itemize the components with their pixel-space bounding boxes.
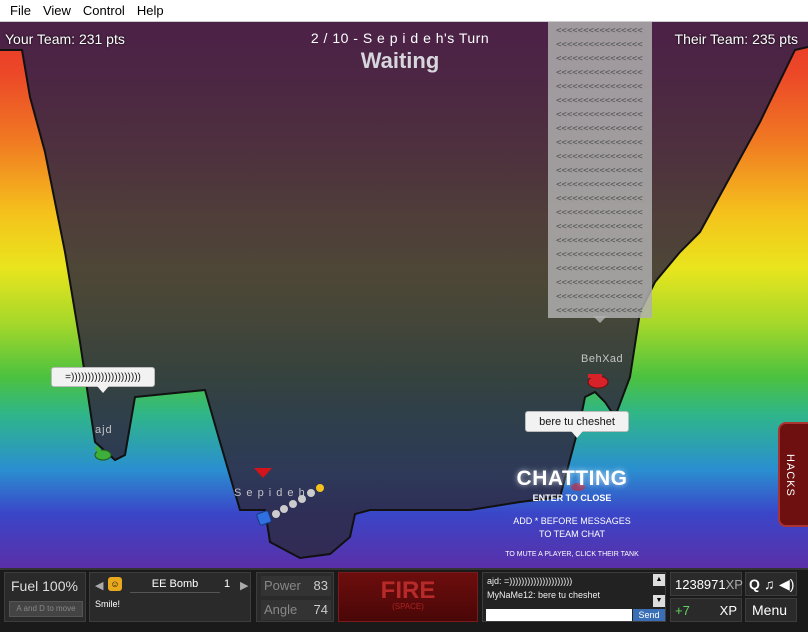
chatting-team-hint-1: ADD * BEFORE MESSAGES — [513, 516, 631, 526]
chatting-team-hint: ADD * BEFORE MESSAGES TO TEAM CHAT — [490, 515, 654, 541]
fire-button[interactable]: FIRE (SPACE) — [338, 572, 478, 622]
chatting-mute-hint: TO MUTE A PLAYER, CLICK THEIR TANK — [505, 551, 639, 558]
menu-control[interactable]: Control — [77, 0, 131, 22]
fuel-panel: Fuel 100% A and D to move — [4, 572, 86, 622]
xp-value: 1238971XP — [675, 577, 743, 592]
menu-bar: File View Control Help — [0, 0, 808, 22]
hacks-label: HACKS — [784, 454, 796, 497]
emote-label[interactable]: Smile! — [95, 599, 120, 609]
game-area[interactable]: Your Team: 231 pts Their Team: 235 pts 2… — [0, 22, 808, 568]
chatting-team-hint-2: TO TEAM CHAT — [538, 529, 605, 539]
fire-key-hint: (SPACE) — [392, 602, 424, 611]
angle-value: 74 — [313, 602, 328, 617]
turn-indicator: 2 / 10 - S e p i d e h's Turn — [310, 30, 490, 46]
xp-gain-value: +7 — [675, 603, 690, 618]
weapon-panel: ◀ ☺ EE Bomb 1 ▶ Smile! — [89, 572, 251, 622]
power-control[interactable]: Power 83 — [261, 576, 331, 596]
status-text: Waiting — [360, 48, 440, 73]
power-angle-panel: Power 83 Angle 74 — [256, 572, 334, 622]
sky-shadow — [0, 22, 808, 558]
chatting-overlay: CHATTING ENTER TO CLOSE ADD * BEFORE MES… — [490, 467, 654, 558]
xp-panel: 1238971XP — [670, 572, 743, 596]
chat-scroll-down-icon[interactable]: ▼ — [653, 595, 665, 607]
power-value: 83 — [313, 578, 328, 593]
menu-help[interactable]: Help — [131, 0, 170, 22]
chat-line: ajd: =))))))))))))))))))))) — [487, 576, 573, 586]
chat-input[interactable] — [486, 609, 632, 621]
menu-button[interactable]: Menu — [745, 598, 797, 622]
xp-number: 1238971 — [675, 577, 726, 592]
sound-icon[interactable]: ◀) — [779, 576, 794, 593]
hacks-tab[interactable]: HACKS — [778, 422, 808, 527]
menu-file[interactable]: File — [4, 0, 37, 22]
menu-label: Menu — [752, 602, 788, 618]
xp-unit: XP — [725, 577, 743, 592]
control-bar: Fuel 100% A and D to move ◀ ☺ EE Bomb 1 … — [0, 568, 808, 632]
menu-view[interactable]: View — [37, 0, 77, 22]
xp-gain-panel: +7 XP — [670, 598, 742, 622]
music-icon[interactable]: ♫ — [764, 576, 775, 592]
chat-line: MyNaMe12: bere tu cheshet — [487, 590, 601, 600]
chat-bubble-ajd: =))))))))))))))))))))) — [51, 367, 155, 393]
fuel-bar: A and D to move — [9, 601, 83, 617]
player-name-behxad: BehXad — [581, 353, 624, 365]
settings-icons: Q ♫ ◀) — [745, 572, 797, 596]
weapon-name: EE Bomb — [130, 578, 220, 593]
weapon-count: 1 — [224, 578, 231, 590]
chat-box: ajd: =))))))))))))))))))))) MyNaMe12: be… — [482, 572, 666, 622]
weapon-prev-icon[interactable]: ◀ — [95, 579, 103, 592]
chat-scroll-up-icon[interactable]: ▲ — [653, 574, 665, 586]
power-label: Power — [264, 578, 301, 593]
terrain — [0, 22, 808, 560]
chatting-title: CHATTING — [516, 467, 628, 490]
chat-spam-bubble: <<<<<<<<<<<<<<<<<<<<<<<<<<<<<<<<<<<<<<<<… — [548, 22, 652, 318]
player-name-sepideh: S e p i d e h — [234, 487, 306, 499]
fire-label: FIRE — [380, 577, 436, 604]
chat-bubble-behxad: bere tu cheshet — [525, 411, 629, 438]
angle-label: Angle — [264, 602, 298, 617]
xp-gain-unit: XP — [719, 603, 737, 618]
fuel-label: Fuel 100% — [11, 578, 78, 594]
chat-spam-bubble-tail — [593, 316, 607, 323]
emote-icon[interactable]: ☺ — [108, 577, 122, 591]
weapon-next-icon[interactable]: ▶ — [240, 579, 248, 592]
player-name-ajd: ajd — [95, 424, 113, 436]
quality-icon[interactable]: Q — [749, 576, 760, 592]
send-button[interactable]: Send — [633, 609, 665, 621]
angle-control[interactable]: Angle 74 — [261, 600, 331, 620]
chatting-close-hint: ENTER TO CLOSE — [532, 493, 612, 503]
